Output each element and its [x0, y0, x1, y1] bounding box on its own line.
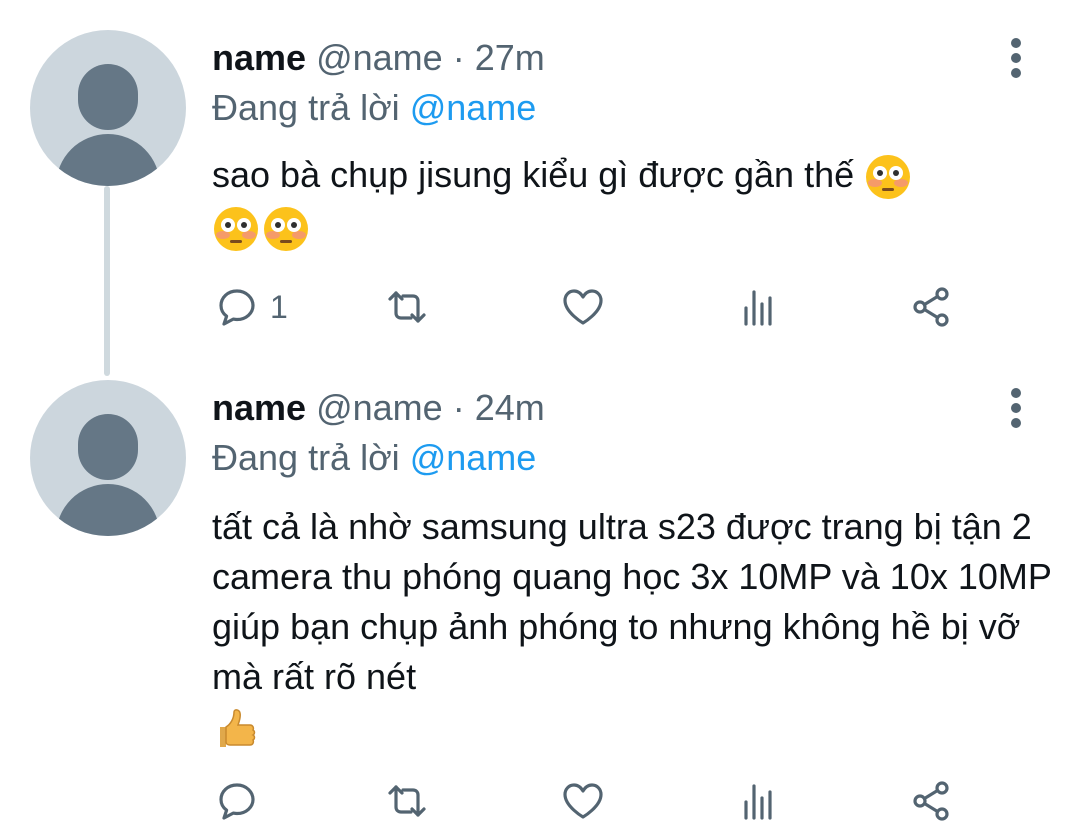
tweet-2[interactable]: name @name · 24m Đang trả lời @name tất …	[0, 360, 1080, 840]
user-handle[interactable]: @name	[316, 37, 443, 78]
tweet-actions: 1	[210, 282, 970, 332]
tweet-text: sao bà chụp jisung kiểu gì được gần thế	[212, 150, 1052, 253]
views-icon	[744, 290, 772, 326]
reply-icon	[219, 783, 255, 820]
flushed-face-emoji	[212, 205, 260, 253]
reply-count: 1	[270, 288, 288, 325]
share-button[interactable]	[908, 776, 954, 826]
reply-button[interactable]: 1	[214, 282, 288, 332]
views-button[interactable]	[736, 282, 782, 332]
retweet-button[interactable]	[384, 282, 430, 332]
emoji-group	[864, 153, 912, 201]
tweet-text: tất cả là nhờ samsung ultra s23 được tra…	[212, 502, 1052, 753]
like-button[interactable]	[560, 282, 606, 332]
tweet-actions	[210, 776, 970, 826]
tweet-1[interactable]: name @name · 27m Đang trả lời @name sao …	[0, 0, 1080, 380]
avatar[interactable]	[30, 380, 186, 536]
retweet-icon	[388, 291, 426, 323]
more-options-icon[interactable]	[1004, 38, 1028, 78]
like-icon	[563, 783, 603, 819]
retweet-icon	[388, 785, 426, 817]
like-button[interactable]	[560, 776, 606, 826]
tweet-header: name @name · 24m	[212, 386, 545, 430]
share-icon	[913, 287, 949, 327]
separator-dot: ·	[452, 37, 465, 78]
views-button[interactable]	[736, 776, 782, 826]
reply-prefix: Đang trả lời	[212, 87, 400, 128]
reply-prefix: Đang trả lời	[212, 437, 400, 478]
emoji-group-2	[212, 205, 310, 253]
share-button[interactable]	[908, 282, 954, 332]
reply-button[interactable]	[214, 776, 270, 826]
retweet-button[interactable]	[384, 776, 430, 826]
reply-mention-link[interactable]: @name	[410, 437, 537, 478]
reply-icon	[219, 289, 255, 326]
tweet-header: name @name · 27m	[212, 36, 545, 80]
more-options-icon[interactable]	[1004, 388, 1028, 428]
timestamp[interactable]: 27m	[475, 37, 545, 78]
tweet-text-content: tất cả là nhờ samsung ultra s23 được tra…	[212, 506, 1052, 697]
flushed-face-emoji	[262, 205, 310, 253]
user-handle[interactable]: @name	[316, 387, 443, 428]
thumbs-up-emoji	[212, 705, 260, 753]
avatar[interactable]	[30, 30, 186, 186]
timestamp[interactable]: 24m	[475, 387, 545, 428]
like-icon	[563, 289, 603, 325]
tweet-text-content: sao bà chụp jisung kiểu gì được gần thế	[212, 154, 855, 195]
separator-dot: ·	[452, 387, 465, 428]
display-name[interactable]: name	[212, 37, 306, 78]
emoji-group	[212, 705, 260, 753]
replying-to: Đang trả lời @name	[212, 86, 536, 130]
display-name[interactable]: name	[212, 387, 306, 428]
reply-mention-link[interactable]: @name	[410, 87, 537, 128]
views-icon	[744, 784, 772, 820]
flushed-face-emoji	[864, 153, 912, 201]
replying-to: Đang trả lời @name	[212, 436, 536, 480]
share-icon	[913, 781, 949, 821]
